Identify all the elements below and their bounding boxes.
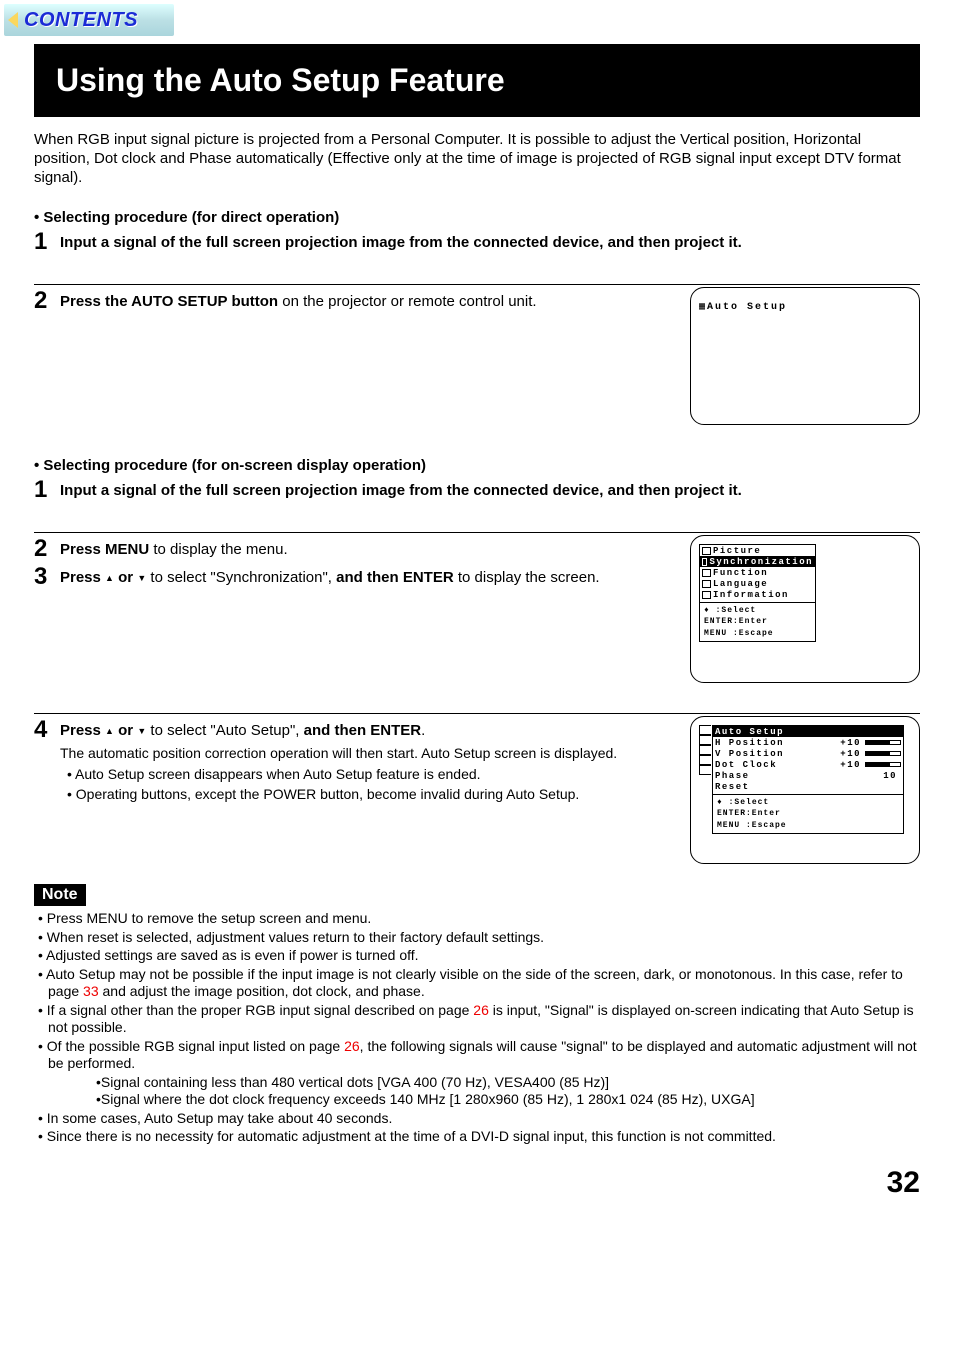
- step-number: 3: [34, 565, 52, 589]
- step-b3: Press ▲ or ▼ to select "Synchronization"…: [60, 565, 650, 588]
- notes-list: • Press MENU to remove the setup screen …: [34, 910, 920, 1146]
- osd-row: V Position+10: [713, 748, 903, 759]
- contents-label: CONTENTS: [24, 9, 138, 32]
- osd-menu-item: Function: [700, 567, 815, 578]
- back-arrow-icon: [8, 12, 18, 28]
- step-a2: Press the AUTO SETUP button on the proje…: [60, 289, 650, 312]
- page-number: 32: [34, 1166, 920, 1200]
- step-number: 4: [34, 718, 52, 742]
- down-arrow-icon: ▼: [137, 573, 146, 583]
- down-arrow-icon: ▼: [137, 726, 146, 736]
- osd-menu-item: Language: [700, 578, 815, 589]
- osd-hint: ♦ :Select ENTER:Enter MENU :Escape: [700, 603, 815, 641]
- up-arrow-icon: ▲: [105, 726, 114, 736]
- osd-main-menu: Picture Synchronization Function Languag…: [699, 544, 816, 642]
- osd-sync-box: Auto Setup H Position+10 V Position+10 D…: [690, 716, 920, 864]
- osd-tab-icons: [699, 725, 711, 834]
- section-a-heading: Selecting procedure (for direct operatio…: [34, 209, 920, 226]
- osd-row: Reset: [713, 781, 903, 792]
- up-arrow-icon: ▲: [105, 573, 114, 583]
- osd-menu-item-selected: Synchronization: [700, 556, 815, 567]
- osd-menu-item: Information: [700, 589, 815, 600]
- step-number: 1: [34, 230, 52, 254]
- step-b2: Press MENU to display the menu.: [60, 537, 650, 560]
- step-number: 2: [34, 289, 52, 313]
- osd-row: Phase10: [713, 770, 903, 781]
- osd-sync-menu: Auto Setup H Position+10 V Position+10 D…: [712, 725, 904, 834]
- page-ref[interactable]: 33: [83, 983, 99, 999]
- osd-hint: ♦ :Select ENTER:Enter MENU :Escape: [713, 795, 903, 833]
- section-b-heading: Selecting procedure (for on-screen displ…: [34, 457, 920, 474]
- osd1-title: ▦Auto Setup: [699, 302, 787, 313]
- osd-menu-box: Picture Synchronization Function Languag…: [690, 535, 920, 683]
- osd-row-selected: Auto Setup: [713, 726, 903, 737]
- step-number: 1: [34, 478, 52, 502]
- page-ref[interactable]: 26: [473, 1002, 489, 1018]
- step-number: 2: [34, 537, 52, 561]
- osd-autosetup-box: ▦Auto Setup: [690, 287, 920, 425]
- contents-link[interactable]: CONTENTS: [4, 4, 174, 36]
- note-heading: Note: [34, 884, 86, 906]
- intro-text: When RGB input signal picture is project…: [34, 131, 920, 187]
- step-b4: Press ▲ or ▼ to select "Auto Setup", and…: [60, 718, 650, 803]
- step-a1: Input a signal of the full screen projec…: [60, 234, 742, 251]
- page-title: Using the Auto Setup Feature: [34, 44, 920, 117]
- page-ref[interactable]: 26: [344, 1038, 360, 1054]
- osd-row: H Position+10: [713, 737, 903, 748]
- osd-row: Dot Clock+10: [713, 759, 903, 770]
- osd-menu-item: Picture: [700, 545, 815, 556]
- step-b1: Input a signal of the full screen projec…: [60, 482, 742, 499]
